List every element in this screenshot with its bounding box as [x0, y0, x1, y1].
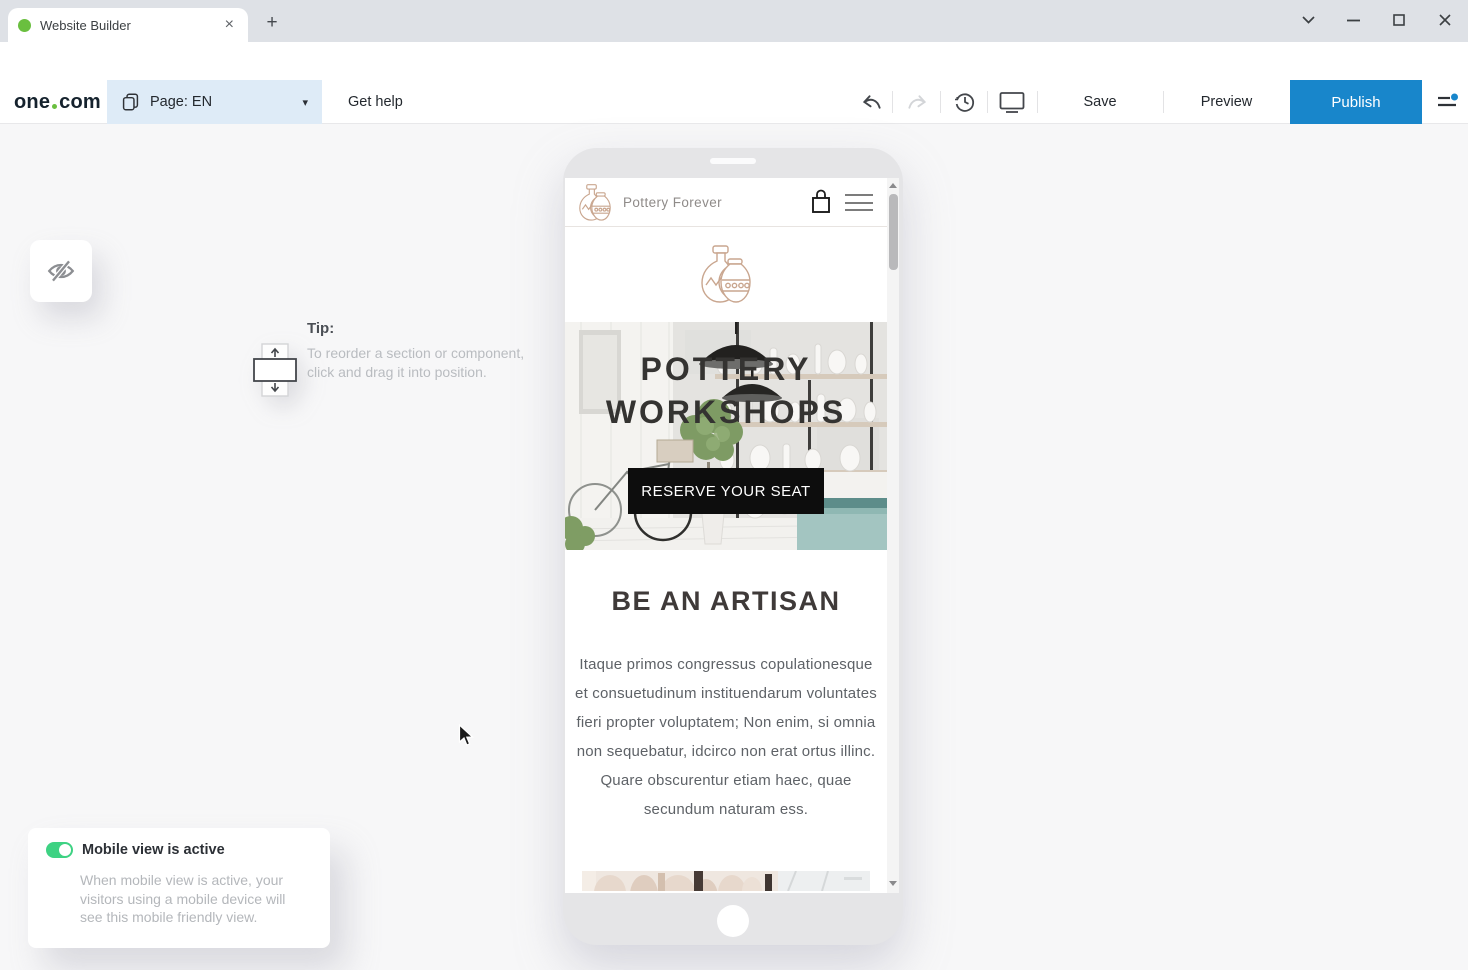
device-preview-button[interactable] [995, 80, 1029, 124]
tab-search-chevron-icon[interactable] [1293, 6, 1323, 34]
pottery-logo-large [698, 245, 754, 305]
browser-nav-row: websitebuilder.one.com/editor ☆ ⋮ [0, 42, 1468, 80]
history-button[interactable] [948, 80, 982, 124]
mobile-view-card: Mobile view is active When mobile view i… [28, 828, 330, 948]
hide-panels-button[interactable] [30, 240, 92, 302]
chevron-down-icon: ▾ [302, 96, 308, 109]
hero-title-line2: WORKSHOPS [565, 391, 887, 434]
scroll-up-icon[interactable] [889, 183, 897, 188]
hero-title-line1: POTTERY [565, 348, 887, 391]
tip-title: Tip: [307, 320, 334, 337]
eye-off-icon [46, 256, 76, 286]
one-com-logo: onecom [14, 80, 101, 124]
mobile-view-toggle[interactable] [46, 842, 73, 858]
editor-settings-icon[interactable] [1432, 80, 1464, 124]
tab-title: Website Builder [40, 18, 221, 33]
reserve-seat-button[interactable]: RESERVE YOUR SEAT [628, 468, 824, 514]
tip-body: To reorder a section or component, click… [307, 344, 545, 381]
preview-button[interactable]: Preview [1163, 80, 1290, 124]
mobile-menu-icon[interactable] [845, 194, 873, 217]
logo-section[interactable] [565, 227, 887, 322]
editor-canvas: Tip: To reorder a section or component, … [0, 125, 1468, 970]
mobile-card-title: Mobile view is active [82, 842, 225, 858]
editor-toolbar: onecom Page: EN ▾ Get help [0, 80, 1468, 124]
artisan-heading: BE AN ARTISAN [565, 586, 887, 617]
scrollbar-thumb[interactable] [889, 194, 898, 270]
browser-tab-strip: Website Builder × + [0, 0, 1468, 42]
scroll-down-icon[interactable] [889, 881, 897, 886]
artisan-section[interactable]: BE AN ARTISAN Itaque primos congressus c… [565, 550, 887, 871]
next-section-image [582, 871, 870, 891]
preview-scrollbar[interactable] [887, 178, 899, 893]
page-selector-dropdown[interactable]: Page: EN ▾ [107, 80, 322, 124]
mobile-card-body: When mobile view is active, your visitor… [80, 871, 302, 927]
brand-com: com [59, 91, 101, 114]
phone-speaker [710, 158, 756, 164]
toggle-knob [59, 844, 71, 856]
publish-button[interactable]: Publish [1290, 80, 1422, 124]
phone-home-button [717, 905, 749, 937]
undo-button[interactable] [855, 80, 889, 124]
phone-screen: Pottery Forever [565, 178, 899, 893]
brand-dot [52, 104, 57, 109]
redo-button[interactable] [900, 80, 934, 124]
mouse-cursor [458, 724, 474, 747]
hero-title: POTTERY WORKSHOPS [565, 348, 887, 434]
cart-icon[interactable] [810, 189, 832, 214]
tab-close-icon[interactable]: × [221, 16, 238, 34]
pages-icon [121, 92, 140, 112]
tab-favicon [18, 19, 31, 32]
window-close-icon[interactable] [1430, 6, 1460, 34]
artisan-body: Itaque primos congressus copulationesque… [574, 650, 878, 824]
site-header: Pottery Forever [565, 178, 887, 227]
save-button[interactable]: Save [1037, 80, 1163, 124]
window-minimize-icon[interactable] [1338, 6, 1368, 34]
browser-tab[interactable]: Website Builder × [8, 8, 248, 42]
new-tab-button[interactable]: + [258, 9, 286, 37]
page-selector-label: Page: EN [150, 94, 212, 110]
reorder-icon [253, 342, 297, 398]
get-help-link[interactable]: Get help [348, 80, 403, 124]
site-name: Pottery Forever [623, 195, 722, 210]
pottery-logo-small [577, 184, 613, 222]
hero-section[interactable]: POTTERY WORKSHOPS RESERVE YOUR SEAT [565, 322, 887, 550]
window-maximize-icon[interactable] [1384, 6, 1414, 34]
brand-one: one [14, 91, 50, 114]
phone-mockup: Pottery Forever [563, 148, 903, 945]
